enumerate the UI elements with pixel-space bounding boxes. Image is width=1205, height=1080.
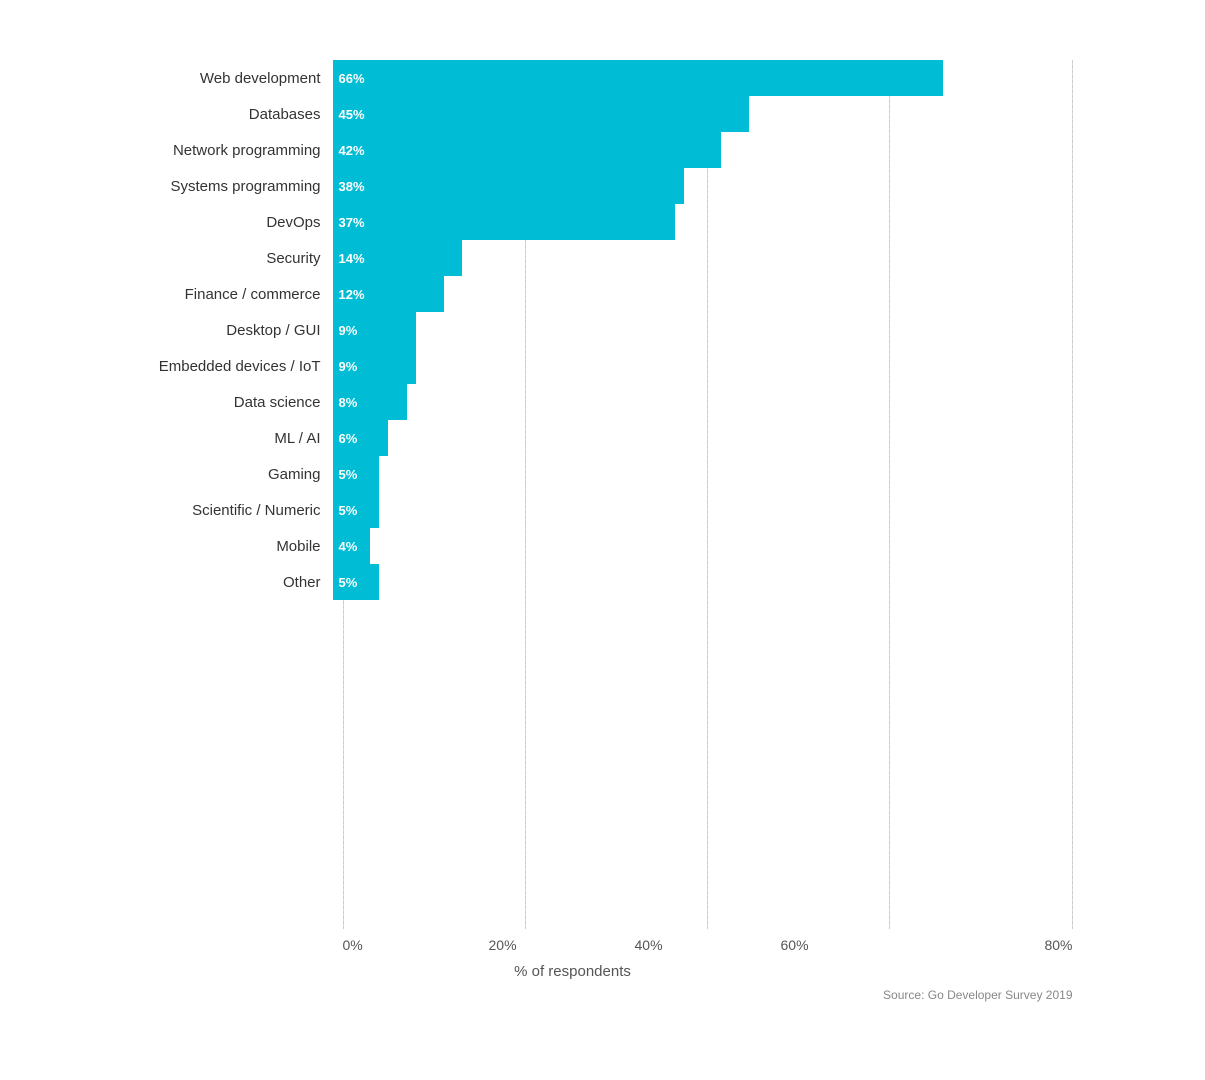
bar-fill: 37%: [333, 204, 675, 240]
bar-pct-label: 6%: [333, 431, 358, 446]
bars-section: Web development66%Databases45%Network pr…: [73, 60, 1073, 929]
bar-track: 5%: [333, 456, 1073, 492]
bar-track: 37%: [333, 204, 1073, 240]
bar-track: 4%: [333, 528, 1073, 564]
bar-pct-label: 5%: [333, 575, 358, 590]
bar-label: Databases: [73, 106, 333, 123]
bar-label: Scientific / Numeric: [73, 502, 333, 519]
bar-row: DevOps37%: [73, 204, 1073, 240]
x-axis: 0%20%40%60%80%: [343, 937, 1073, 953]
x-tick: 40%: [635, 937, 781, 953]
x-axis-label: % of respondents: [73, 963, 1073, 980]
bar-track: 8%: [333, 384, 1073, 420]
bar-track: 9%: [333, 348, 1073, 384]
bar-label: DevOps: [73, 214, 333, 231]
bar-row: Web development66%: [73, 60, 1073, 96]
bar-label: Embedded devices / IoT: [73, 358, 333, 375]
bar-label: Desktop / GUI: [73, 322, 333, 339]
bar-row: Mobile4%: [73, 528, 1073, 564]
bar-track: 42%: [333, 132, 1073, 168]
bar-track: 9%: [333, 312, 1073, 348]
bar-fill: 66%: [333, 60, 944, 96]
bar-track: 5%: [333, 564, 1073, 600]
bar-row: Gaming5%: [73, 456, 1073, 492]
chart-container: Web development66%Databases45%Network pr…: [53, 30, 1153, 1050]
bar-label: Mobile: [73, 538, 333, 555]
bar-row: Desktop / GUI9%: [73, 312, 1073, 348]
bar-label: ML / AI: [73, 430, 333, 447]
bar-fill: 5%: [333, 564, 379, 600]
chart-area: Web development66%Databases45%Network pr…: [73, 60, 1073, 980]
bar-fill: 12%: [333, 276, 444, 312]
bar-pct-label: 8%: [333, 395, 358, 410]
bar-track: 66%: [333, 60, 1073, 96]
bar-fill: 42%: [333, 132, 722, 168]
bar-fill: 14%: [333, 240, 463, 276]
x-tick: 0%: [343, 937, 489, 953]
bar-fill: 5%: [333, 492, 379, 528]
bar-pct-label: 4%: [333, 539, 358, 554]
bar-label: Web development: [73, 70, 333, 87]
x-tick: 60%: [781, 937, 927, 953]
bar-row: Network programming42%: [73, 132, 1073, 168]
bar-label: Systems programming: [73, 178, 333, 195]
bar-fill: 5%: [333, 456, 379, 492]
bar-row: Security14%: [73, 240, 1073, 276]
bar-pct-label: 5%: [333, 467, 358, 482]
bar-row: Databases45%: [73, 96, 1073, 132]
x-tick: 80%: [927, 937, 1073, 953]
bar-track: 6%: [333, 420, 1073, 456]
bar-pct-label: 9%: [333, 359, 358, 374]
bar-row: ML / AI6%: [73, 420, 1073, 456]
bar-track: 5%: [333, 492, 1073, 528]
bar-fill: 6%: [333, 420, 389, 456]
bar-row: Other5%: [73, 564, 1073, 600]
bar-fill: 9%: [333, 312, 416, 348]
bar-pct-label: 38%: [333, 179, 365, 194]
bar-pct-label: 5%: [333, 503, 358, 518]
bar-label: Gaming: [73, 466, 333, 483]
bar-row: Data science8%: [73, 384, 1073, 420]
bar-pct-label: 66%: [333, 71, 365, 86]
bar-row: Embedded devices / IoT9%: [73, 348, 1073, 384]
bar-label: Data science: [73, 394, 333, 411]
bar-pct-label: 12%: [333, 287, 365, 302]
bar-fill: 45%: [333, 96, 749, 132]
bar-fill: 8%: [333, 384, 407, 420]
source-note: Source: Go Developer Survey 2019: [73, 988, 1073, 1002]
bar-pct-label: 45%: [333, 107, 365, 122]
bar-pct-label: 9%: [333, 323, 358, 338]
bar-track: 14%: [333, 240, 1073, 276]
bar-pct-label: 14%: [333, 251, 365, 266]
bar-track: 45%: [333, 96, 1073, 132]
bars-wrapper: Web development66%Databases45%Network pr…: [73, 60, 1073, 600]
bar-row: Systems programming38%: [73, 168, 1073, 204]
x-tick: 20%: [489, 937, 635, 953]
bar-label: Finance / commerce: [73, 286, 333, 303]
bar-fill: 4%: [333, 528, 370, 564]
bar-pct-label: 42%: [333, 143, 365, 158]
bar-fill: 38%: [333, 168, 685, 204]
bar-label: Security: [73, 250, 333, 267]
bar-track: 38%: [333, 168, 1073, 204]
bar-row: Scientific / Numeric5%: [73, 492, 1073, 528]
bar-label: Other: [73, 574, 333, 591]
bar-row: Finance / commerce12%: [73, 276, 1073, 312]
bar-fill: 9%: [333, 348, 416, 384]
bar-track: 12%: [333, 276, 1073, 312]
bar-pct-label: 37%: [333, 215, 365, 230]
bar-label: Network programming: [73, 142, 333, 159]
